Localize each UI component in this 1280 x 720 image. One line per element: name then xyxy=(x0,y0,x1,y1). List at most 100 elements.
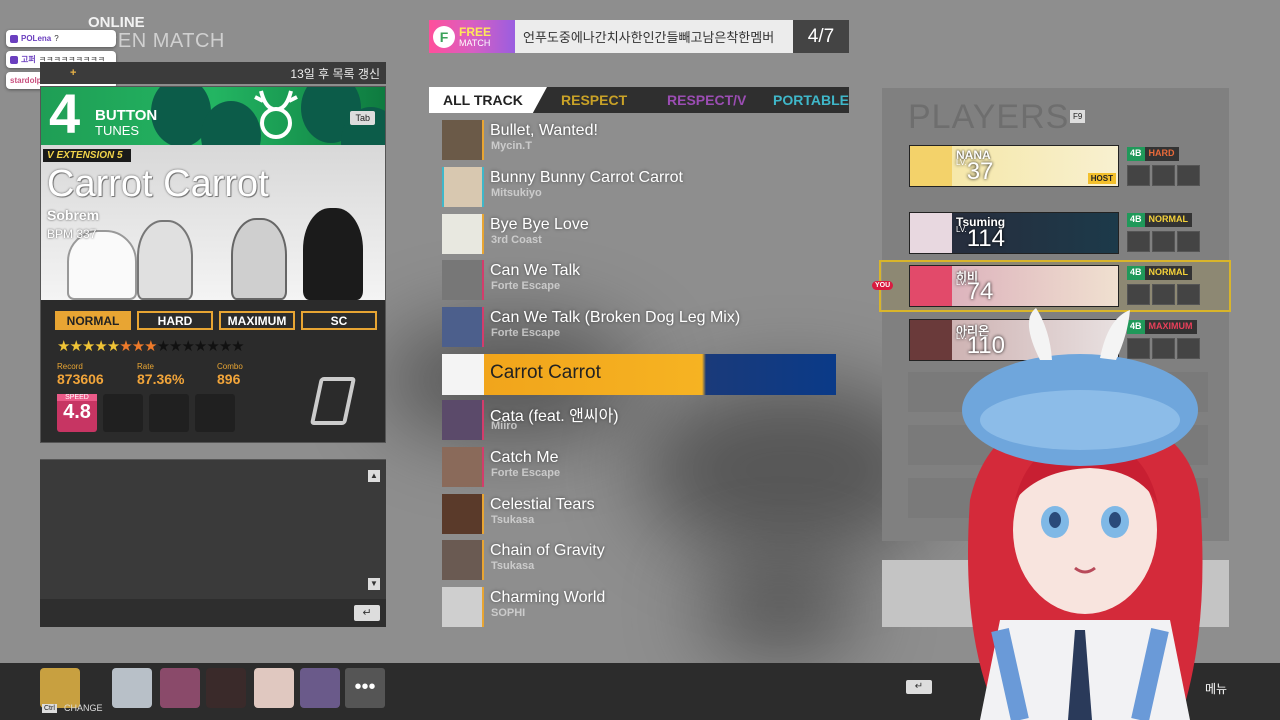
difficulty-selector: NORMAL HARD MAXIMUM SC xyxy=(55,311,377,330)
song-list-title: Can We Talk (Broken Dog Leg Mix) xyxy=(490,309,741,326)
song-list-artist: SOPHI xyxy=(491,607,526,619)
match-header: F FREE MATCH 언푸도중에나간치사한인간들빼고남은착한멤버 4/7 xyxy=(429,20,849,53)
vtuber-avatar xyxy=(962,308,1203,720)
song-list-artist: Miiro xyxy=(491,420,518,432)
combo-stat: Combo 896 xyxy=(217,362,243,387)
song-thumbnail xyxy=(442,494,484,534)
avatar xyxy=(910,213,952,253)
song-list-title: Bullet, Wanted! xyxy=(490,122,598,139)
difficulty-sc[interactable]: SC xyxy=(301,311,377,330)
description-panel: ▲ ▼ ↵ xyxy=(40,459,386,627)
back-key-icon[interactable]: ↵ xyxy=(906,680,932,694)
song-list-artist: Mitsukiyo xyxy=(491,187,542,199)
song-list-item[interactable]: Chain of Gravity Tsukasa xyxy=(442,538,836,580)
song-thumbnail xyxy=(442,167,484,207)
players-title: PLAYERS xyxy=(908,98,1070,136)
song-thumbnail xyxy=(442,260,484,300)
tab-portable[interactable]: PORTABLE xyxy=(759,92,849,108)
enter-icon[interactable]: ↵ xyxy=(354,605,380,621)
host-badge: HOST xyxy=(1087,173,1116,184)
gear-slot[interactable] xyxy=(103,394,143,432)
song-list-artist: 3rd Coast xyxy=(491,234,542,246)
song-list-item[interactable]: Catch Me Forte Escape xyxy=(442,445,836,487)
deer-logo-icon xyxy=(254,90,298,139)
tab-respect[interactable]: RESPECT xyxy=(547,92,653,108)
song-list-item[interactable]: Bye Bye Love 3rd Coast xyxy=(442,212,836,254)
button-label: BUTTON xyxy=(95,107,158,124)
song-list-item[interactable]: Celestial Tears Tsukasa xyxy=(442,492,836,534)
song-list-item[interactable]: Cata (feat. 앤씨아) Miiro xyxy=(442,398,836,440)
character-slot-3[interactable] xyxy=(160,668,200,708)
you-badge: YOU xyxy=(872,281,894,290)
song-title: Carrot Carrot xyxy=(47,163,269,205)
change-label: CHANGE xyxy=(64,703,103,713)
free-icon: F xyxy=(433,25,455,48)
match-room-name: 언푸도중에나간치사한인간들빼고남은착한멤버 xyxy=(523,30,775,45)
song-list-title: Charming World xyxy=(490,589,606,606)
character-slot-6[interactable] xyxy=(254,668,294,708)
character-slot-1[interactable] xyxy=(40,668,80,708)
scroll-down-icon[interactable]: ▼ xyxy=(368,578,380,590)
song-list-item[interactable]: Bunny Bunny Carrot Carrot Mitsukiyo xyxy=(442,165,836,207)
free-match-badge: F FREE MATCH xyxy=(429,20,515,53)
song-list-artist: Mycin.T xyxy=(491,140,532,152)
character-slot-7[interactable] xyxy=(300,668,340,708)
song-list-title: Bye Bye Love xyxy=(490,216,589,233)
b-rank-icon xyxy=(309,377,357,425)
song-list-item-selected[interactable]: Carrot Carrot xyxy=(442,354,836,395)
tab-respect-v[interactable]: RESPECT/V xyxy=(653,92,759,108)
song-artwork: V EXTENSION 5 Carrot Carrot Sobrem BPM 3… xyxy=(41,145,385,300)
song-list-artist: Tsukasa xyxy=(491,514,535,526)
song-thumbnail xyxy=(442,214,484,254)
record-stat: Record 873606 xyxy=(57,362,104,387)
song-list-artist: Forte Escape xyxy=(491,467,561,479)
character-slot-4[interactable] xyxy=(206,668,246,708)
player-count: 4/7 xyxy=(793,20,849,53)
song-list-artist: Forte Escape xyxy=(491,327,561,339)
player-card[interactable]: Tsuming LV.114 xyxy=(909,212,1119,254)
refresh-text: 13일 후 목록 갱신 xyxy=(290,66,380,81)
chat-message: POLena ? xyxy=(6,30,116,47)
song-list-title: Can We Talk xyxy=(490,262,581,279)
song-thumbnail xyxy=(442,447,484,487)
category-tabs: ALL TRACK RESPECT RESPECT/V PORTABLE xyxy=(429,87,849,113)
song-list-item[interactable]: Bullet, Wanted! Mycin.T xyxy=(442,118,836,160)
player-card[interactable]: NANA LV.37 HOST xyxy=(909,145,1119,187)
rate-stat: Rate 87.36% xyxy=(137,362,185,387)
player-chart-badge: 4B HARD xyxy=(1127,147,1179,161)
character-slot-2[interactable] xyxy=(112,668,152,708)
song-list-item[interactable]: Can We Talk Forte Escape xyxy=(442,258,836,300)
speed-setting[interactable]: SPEED 4.8 xyxy=(57,394,97,432)
song-list-title: Chain of Gravity xyxy=(490,542,605,559)
song-list-artist: Forte Escape xyxy=(491,280,561,292)
ctrl-key-hint: Ctrl xyxy=(42,704,57,713)
f9-key-hint[interactable]: F9 xyxy=(1070,110,1086,123)
song-thumbnail xyxy=(442,307,484,347)
song-thumbnail xyxy=(442,587,484,627)
player-chart-badge: 4B NORMAL xyxy=(1127,266,1193,280)
song-bpm: BPM 337 xyxy=(47,227,97,241)
tab-all-track[interactable]: ALL TRACK xyxy=(429,87,547,113)
scroll-up-icon[interactable]: ▲ xyxy=(368,470,380,482)
chat-text: ? xyxy=(54,34,59,43)
song-thumbnail xyxy=(442,354,484,395)
song-list-item[interactable]: Can We Talk (Broken Dog Leg Mix) Forte E… xyxy=(442,305,836,347)
tunes-label: TUNES xyxy=(95,123,140,138)
song-list-title: Catch Me xyxy=(490,449,559,466)
song-list-artist: Tsukasa xyxy=(491,560,535,572)
gear-slot[interactable] xyxy=(149,394,189,432)
button-mode-banner[interactable]: 4 BUTTON TUNES Tab xyxy=(41,87,385,145)
player-gear-slots xyxy=(1127,231,1200,252)
song-thumbnail xyxy=(442,400,484,440)
song-list-title: Carrot Carrot xyxy=(490,362,601,383)
difficulty-maximum[interactable]: MAXIMUM xyxy=(219,311,295,330)
song-list-item[interactable]: Charming World SOPHI xyxy=(442,585,836,627)
song-thumbnail xyxy=(442,540,484,580)
heart-icon xyxy=(10,34,18,43)
difficulty-normal[interactable]: NORMAL xyxy=(55,311,131,330)
difficulty-hard[interactable]: HARD xyxy=(137,311,213,330)
gear-slot[interactable] xyxy=(195,394,235,432)
song-info-card: 4 BUTTON TUNES Tab V EXTENSION 5 Carrot … xyxy=(40,86,386,443)
tab-key-hint[interactable]: Tab xyxy=(350,111,375,125)
more-icon[interactable]: ••• xyxy=(345,668,385,708)
